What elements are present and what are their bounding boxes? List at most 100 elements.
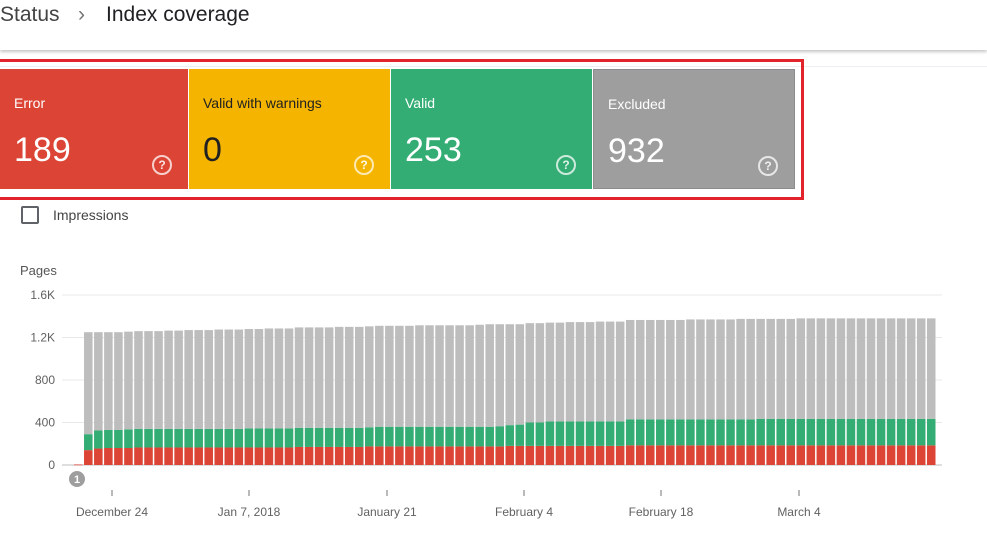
bar-segment-excluded[interactable] xyxy=(505,324,515,426)
bar-segment-valid[interactable] xyxy=(896,418,906,446)
bar-segment-valid[interactable] xyxy=(555,421,565,446)
bar-segment-excluded[interactable] xyxy=(896,318,906,419)
impressions-checkbox-label[interactable]: Impressions xyxy=(53,207,128,223)
bar-segment-error[interactable] xyxy=(926,445,936,465)
bar-segment-valid[interactable] xyxy=(415,426,424,447)
bar-segment-valid[interactable] xyxy=(405,426,414,447)
bar-segment-excluded[interactable] xyxy=(565,322,575,422)
bar-segment-valid[interactable] xyxy=(114,429,123,448)
bar-segment-valid[interactable] xyxy=(656,419,665,446)
bar-segment-valid[interactable] xyxy=(746,419,755,446)
bar-segment-valid[interactable] xyxy=(385,426,394,447)
bar-segment-valid[interactable] xyxy=(445,426,454,447)
bar-segment-excluded[interactable] xyxy=(846,318,856,419)
bar-segment-excluded[interactable] xyxy=(284,328,294,429)
bar-segment-valid[interactable] xyxy=(836,418,846,446)
bar-segment-error[interactable] xyxy=(836,445,846,465)
bar-segment-excluded[interactable] xyxy=(856,318,866,419)
bar-segment-excluded[interactable] xyxy=(154,331,163,429)
bar-segment-valid[interactable] xyxy=(164,428,173,448)
bar-segment-error[interactable] xyxy=(164,447,173,465)
bar-segment-error[interactable] xyxy=(204,447,213,465)
bar-segment-error[interactable] xyxy=(485,446,494,465)
bar-segment-excluded[interactable] xyxy=(535,323,545,423)
bar-segment-valid[interactable] xyxy=(696,419,705,446)
bar-segment-excluded[interactable] xyxy=(666,319,675,420)
bar-segment-error[interactable] xyxy=(244,447,254,465)
bar-segment-excluded[interactable] xyxy=(365,326,374,428)
bar-segment-error[interactable] xyxy=(656,445,665,465)
bar-segment-error[interactable] xyxy=(284,447,294,465)
bar-segment-excluded[interactable] xyxy=(585,322,595,422)
bar-segment-error[interactable] xyxy=(525,445,535,465)
bar-segment-valid[interactable] xyxy=(344,427,354,447)
bar-segment-error[interactable] xyxy=(74,464,83,466)
bar-segment-valid[interactable] xyxy=(144,428,153,448)
bar-segment-error[interactable] xyxy=(876,445,886,465)
bar-segment-error[interactable] xyxy=(635,445,645,465)
bar-segment-valid[interactable] xyxy=(846,418,856,446)
bar-segment-valid[interactable] xyxy=(94,430,103,449)
bar-segment-error[interactable] xyxy=(605,445,615,465)
bar-segment-error[interactable] xyxy=(495,446,504,465)
bar-segment-excluded[interactable] xyxy=(375,325,384,427)
bar-segment-error[interactable] xyxy=(595,445,605,465)
bar-segment-excluded[interactable] xyxy=(786,318,796,419)
bar-segment-excluded[interactable] xyxy=(615,321,625,422)
bar-segment-valid[interactable] xyxy=(395,426,404,447)
breadcrumb-status[interactable]: Status xyxy=(0,3,60,27)
bar-segment-error[interactable] xyxy=(465,446,474,465)
bar-segment-valid[interactable] xyxy=(455,426,464,447)
bar-segment-valid[interactable] xyxy=(806,418,816,446)
bar-segment-valid[interactable] xyxy=(104,429,113,448)
bar-segment-excluded[interactable] xyxy=(696,319,705,420)
bar-segment-valid[interactable] xyxy=(224,428,234,448)
bar-segment-error[interactable] xyxy=(505,445,515,465)
bar-segment-error[interactable] xyxy=(415,446,424,465)
bar-segment-valid[interactable] xyxy=(686,419,695,446)
bar-segment-error[interactable] xyxy=(294,446,304,465)
bar-segment-excluded[interactable] xyxy=(254,329,264,429)
bar-segment-valid[interactable] xyxy=(174,428,183,448)
bar-segment-valid[interactable] xyxy=(766,418,775,446)
bar-segment-excluded[interactable] xyxy=(525,323,535,423)
bar-segment-error[interactable] xyxy=(826,445,836,465)
bar-segment-excluded[interactable] xyxy=(635,319,645,420)
bar-segment-excluded[interactable] xyxy=(595,321,605,422)
bar-segment-valid[interactable] xyxy=(204,428,213,448)
bar-segment-excluded[interactable] xyxy=(435,325,444,427)
bar-segment-excluded[interactable] xyxy=(425,325,434,427)
bar-segment-excluded[interactable] xyxy=(455,325,464,427)
bar-segment-valid[interactable] xyxy=(545,421,555,446)
bar-segment-valid[interactable] xyxy=(284,428,294,448)
bar-segment-excluded[interactable] xyxy=(344,326,354,428)
bar-segment-valid[interactable] xyxy=(926,418,936,446)
bar-segment-excluded[interactable] xyxy=(776,318,785,419)
bar-segment-error[interactable] xyxy=(886,445,896,465)
bar-segment-error[interactable] xyxy=(405,446,414,465)
bar-segment-error[interactable] xyxy=(234,447,244,465)
impressions-checkbox[interactable] xyxy=(21,206,39,224)
bar-segment-excluded[interactable] xyxy=(184,330,193,429)
bar-segment-error[interactable] xyxy=(385,446,394,465)
bar-segment-valid[interactable] xyxy=(605,421,615,446)
bar-segment-valid[interactable] xyxy=(866,418,876,446)
bar-segment-error[interactable] xyxy=(736,445,745,465)
bar-segment-error[interactable] xyxy=(816,445,826,465)
bar-segment-error[interactable] xyxy=(846,445,856,465)
bar-segment-error[interactable] xyxy=(726,445,735,465)
bar-segment-excluded[interactable] xyxy=(766,318,775,419)
bar-segment-excluded[interactable] xyxy=(545,322,555,422)
bar-segment-error[interactable] xyxy=(324,446,334,465)
bar-segment-excluded[interactable] xyxy=(354,326,364,428)
bar-segment-excluded[interactable] xyxy=(274,328,284,429)
bar-segment-valid[interactable] xyxy=(304,427,314,447)
bar-segment-error[interactable] xyxy=(756,445,765,465)
bar-segment-valid[interactable] xyxy=(375,426,384,447)
bar-segment-error[interactable] xyxy=(575,445,585,465)
bar-segment-valid[interactable] xyxy=(706,419,715,446)
bar-segment-excluded[interactable] xyxy=(224,329,234,429)
bar-segment-excluded[interactable] xyxy=(114,332,123,430)
bar-segment-excluded[interactable] xyxy=(244,329,254,429)
bar-segment-excluded[interactable] xyxy=(144,331,153,429)
